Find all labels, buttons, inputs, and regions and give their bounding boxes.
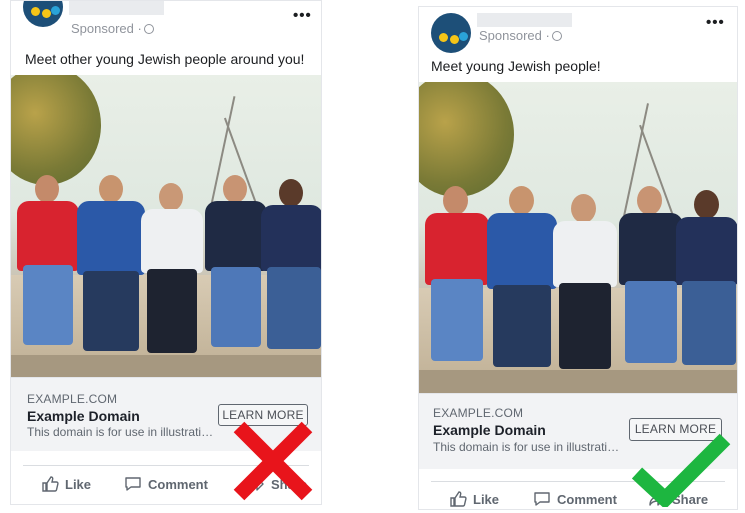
post-header: Sponsored · ••• Meet young Jewish people… — [419, 7, 737, 81]
link-domain: EXAMPLE.COM — [433, 406, 524, 420]
comment-button[interactable]: Comment — [124, 475, 208, 493]
comment-bubble-icon — [125, 477, 141, 491]
thumbs-up-icon — [42, 476, 59, 492]
link-title: Example Domain — [433, 422, 546, 438]
link-description: This domain is for use in illustrati… — [27, 425, 214, 439]
ad-image[interactable] — [11, 75, 321, 377]
link-domain: EXAMPLE.COM — [27, 392, 118, 406]
ad-preview-right: Sponsored · ••• Meet young Jewish people… — [418, 6, 738, 510]
link-title: Example Domain — [27, 408, 140, 424]
sponsored-label: Sponsored · — [479, 28, 562, 43]
globe-icon — [551, 31, 562, 41]
green-check-icon — [631, 433, 731, 507]
page-avatar[interactable] — [23, 1, 63, 27]
thumbs-up-icon — [450, 491, 467, 507]
post-caption: Meet young Jewish people! — [431, 58, 601, 74]
link-description: This domain is for use in illustrati… — [433, 440, 620, 454]
more-options-button[interactable]: ••• — [293, 7, 312, 24]
comment-button[interactable]: Comment — [533, 490, 617, 508]
page-name-redacted[interactable] — [477, 13, 572, 27]
post-caption: Meet other young Jewish people around yo… — [25, 51, 305, 67]
more-options-button[interactable]: ••• — [706, 14, 725, 31]
ad-image[interactable] — [419, 82, 737, 393]
comment-bubble-icon — [534, 492, 550, 506]
page-name-redacted[interactable] — [69, 1, 164, 15]
like-button[interactable]: Like — [41, 475, 91, 493]
globe-icon — [143, 24, 154, 34]
ad-preview-left: Sponsored · ••• Meet other young Jewish … — [10, 0, 322, 505]
red-x-icon — [233, 421, 313, 501]
post-header: Sponsored · ••• Meet other young Jewish … — [11, 1, 321, 75]
sponsored-label: Sponsored · — [71, 21, 154, 36]
like-button[interactable]: Like — [449, 490, 499, 508]
page-avatar[interactable] — [431, 13, 471, 53]
